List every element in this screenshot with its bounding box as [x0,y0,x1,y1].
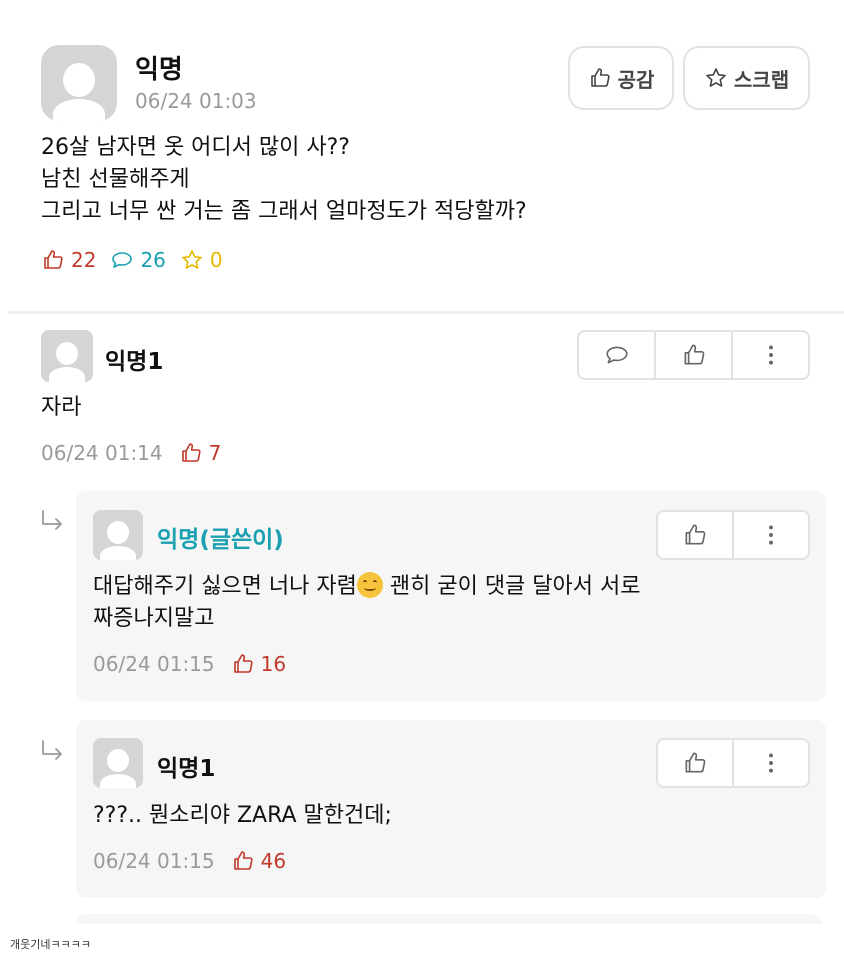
reply-text-part: 대답해주기 싫으면 너나 자렴 [93,574,357,599]
post-line: 남친 선물해주게 [41,167,190,192]
scrap-label: 스크랩 [733,67,790,92]
post-comment-count: 26 [110,248,166,272]
reply-avatar [93,510,143,560]
more-vertical-icon [769,753,773,773]
reply-author[interactable]: 익명(글쓴이) [157,520,284,554]
reply-meta: 06/24 01:15 16 [93,652,286,676]
comment-avatar [41,330,93,382]
star-icon [182,250,202,269]
thumbs-up-icon [685,752,706,773]
reply-text-part: 짜증나지말고 [93,606,215,631]
post-like-count: 22 [41,248,96,272]
reply-time: 06/24 01:15 [93,652,215,676]
comment-actions [577,330,810,380]
like-count-value: 16 [260,652,287,676]
post-line: 26살 남자면 옷 어디서 많이 사?? [41,135,350,160]
post-scrap-count: 0 [180,248,223,272]
divider [8,311,844,314]
empathy-button[interactable]: 공감 [568,46,674,110]
reply-actions [656,510,810,560]
reply-actions [656,738,810,788]
comment-meta: 06/24 01:14 7 [41,441,221,465]
speech-bubble-icon [605,346,628,364]
post-author[interactable]: 익명 [135,49,183,86]
thumbs-up-icon [181,443,201,462]
speech-bubble-icon [112,252,133,268]
thumbs-up-icon [684,344,704,365]
reply-arrow-icon [42,740,62,760]
like-button[interactable] [658,740,732,786]
more-button[interactable] [731,332,808,378]
comment-text: 자라 [41,395,82,420]
reply-time: 06/24 01:15 [93,849,215,873]
reply-meta: 06/24 01:15 46 [93,849,286,873]
more-button[interactable] [732,512,808,558]
thumbs-up-icon [233,654,253,673]
reply-like-count: 46 [231,849,286,873]
reply-text: ???.. 뭔소리야 ZARA 말한건데; [93,803,392,828]
reply-text: 대답해주기 싫으면 너나 자렴 괜히 굳이 댓글 달아서 서로 짜증나지말고 [93,571,813,635]
reply-avatar [93,738,143,788]
like-button[interactable] [658,512,732,558]
thumbs-up-icon [590,68,610,87]
thumbs-up-icon [233,851,253,870]
post-avatar [41,45,117,121]
post-body: 26살 남자면 옷 어디서 많이 사?? 남친 선물해주게 그리고 너무 싼 거… [41,132,527,228]
post-stats: 22 26 0 [41,248,237,272]
smiley-emoji-icon [356,572,383,598]
like-count-value: 46 [260,849,287,873]
scrap-button[interactable]: 스크랩 [683,46,810,110]
more-vertical-icon [769,525,773,545]
caption-text: 개웃기네ㅋㅋㅋㅋ [10,938,91,951]
star-icon [706,68,726,87]
thumbs-up-icon [685,524,706,545]
comment-count-value: 26 [140,248,166,272]
like-count-value: 22 [71,248,97,272]
post-time: 06/24 01:03 [135,89,257,113]
like-button[interactable] [654,332,731,378]
like-count-value: 7 [208,441,222,465]
comment-time: 06/24 01:14 [41,441,163,465]
thumbs-up-icon [44,250,63,269]
reply-arrow-icon [42,510,62,530]
reply-button[interactable] [579,332,654,378]
post-line: 그리고 너무 싼 거는 좀 그래서 얼마정도가 적당할까? [41,199,527,224]
scrap-count-value: 0 [209,248,223,272]
more-vertical-icon [768,345,773,365]
comment-author[interactable]: 익명1 [105,342,163,376]
reply-like-count: 16 [231,652,286,676]
more-button[interactable] [732,740,808,786]
reply-text-part: 괜히 굳이 댓글 달아서 서로 [382,574,641,599]
next-reply-edge [76,914,822,924]
comment-like-count: 7 [179,441,222,465]
reply-author[interactable]: 익명1 [157,749,215,783]
empathy-label: 공감 [617,67,655,92]
